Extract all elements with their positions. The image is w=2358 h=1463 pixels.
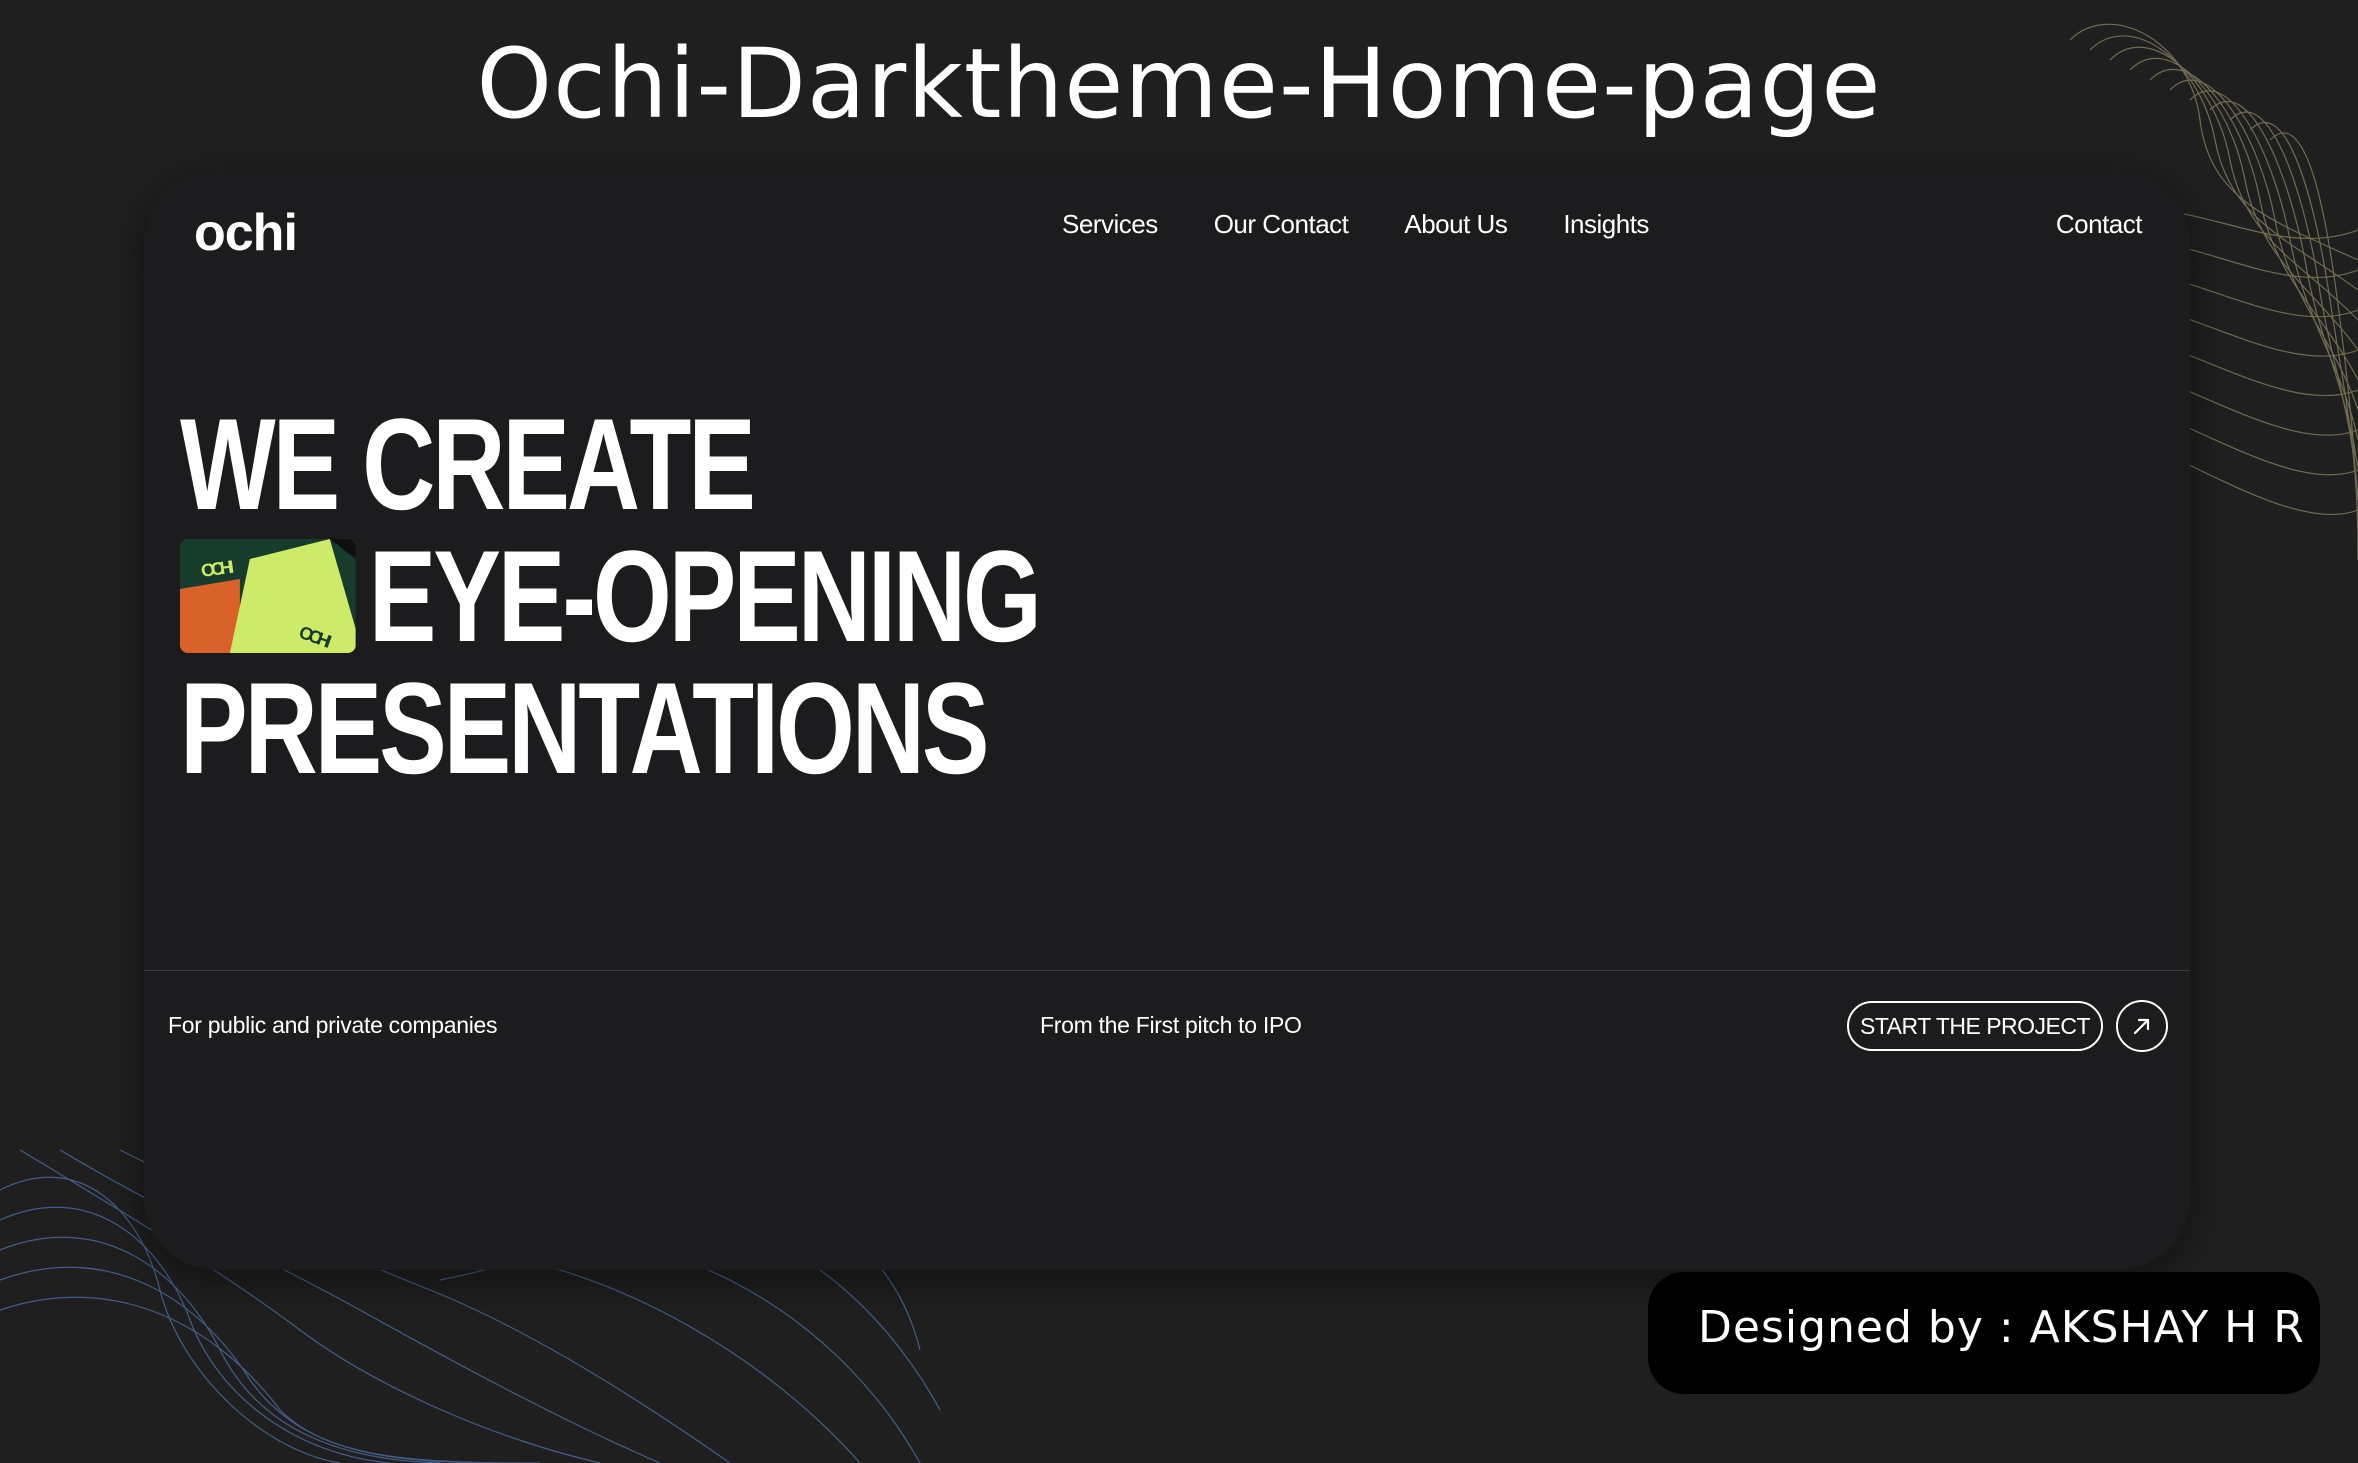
audience-text: For public and private companies bbox=[168, 1012, 498, 1038]
designer-credit-badge: Designed by : AKSHAY H R bbox=[1648, 1272, 2320, 1394]
showcase-title: Ochi-Darktheme-Home-page bbox=[476, 28, 1882, 140]
start-project-button[interactable]: START THE PROJECT bbox=[1847, 1001, 2104, 1051]
designer-credit-text: Designed by : AKSHAY H R bbox=[1698, 1302, 2305, 1353]
ochi-logo[interactable]: ochi bbox=[194, 198, 298, 268]
hero-line-2-row: ochi ochi EYE-OPENING bbox=[180, 523, 1042, 669]
showcase-canvas: Ochi-Darktheme-Home-page ochi Services O… bbox=[0, 0, 2358, 1463]
contact-link[interactable]: Contact bbox=[2056, 204, 2143, 244]
hero-line-3: PRESENTATIONS bbox=[180, 655, 990, 801]
nav-link-about-us[interactable]: About Us bbox=[1404, 204, 1507, 244]
nav-link-our-contact[interactable]: Our Contact bbox=[1214, 204, 1349, 244]
website-screen: ochi Services Our Contact About Us Insig… bbox=[144, 170, 2190, 1270]
start-project-arrow-button[interactable] bbox=[2116, 1000, 2168, 1052]
nav-link-insights[interactable]: Insights bbox=[1563, 204, 1649, 244]
nav-link-services[interactable]: Services bbox=[1062, 204, 1158, 244]
hero-thumbnail-image: ochi ochi bbox=[180, 539, 356, 653]
arrow-up-right-icon bbox=[2133, 1018, 2150, 1035]
hero-heading: WE CREATE ochi ochi EYE-OPENING PRESENTA… bbox=[180, 398, 1281, 794]
ochi-cards-graphic: ochi ochi bbox=[180, 539, 356, 653]
tagline-text: From the First pitch to IPO bbox=[1040, 1012, 1302, 1038]
hero-divider bbox=[144, 970, 2190, 971]
hero-line-1: WE CREATE bbox=[180, 391, 756, 537]
hero-line-2: EYE-OPENING bbox=[368, 523, 1042, 669]
main-nav: Services Our Contact About Us Insights bbox=[1062, 204, 1649, 244]
